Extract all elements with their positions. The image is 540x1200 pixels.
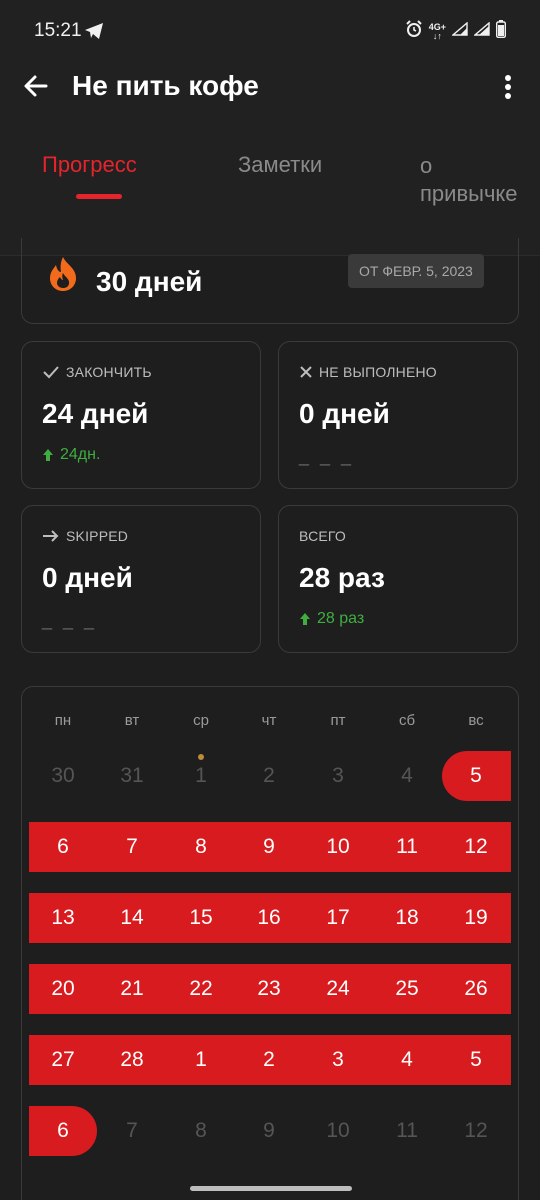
status-bar: 15:21 4G+ ↓↑ xyxy=(0,0,540,62)
stat-value: 0 дней xyxy=(42,562,133,593)
calendar-day-completed[interactable]: 6 xyxy=(33,1119,93,1143)
calendar-day[interactable]: 11 xyxy=(377,1119,437,1143)
calendar-day-completed[interactable]: 5 xyxy=(446,764,506,788)
calendar-day-completed[interactable]: 13 xyxy=(33,906,93,930)
page-title: Не пить кофе xyxy=(72,70,259,101)
stat-card-failed: НЕ ВЫПОЛНЕНО 0 дней _ _ _ xyxy=(278,341,518,489)
calendar-day-completed[interactable]: 18 xyxy=(377,906,437,930)
weekday-label: пн xyxy=(54,712,72,729)
tab-notes[interactable]: Заметки xyxy=(238,152,322,178)
calendar-day-completed[interactable]: 26 xyxy=(446,977,506,1001)
arrow-up-icon xyxy=(43,449,53,461)
signal-icon xyxy=(451,21,468,41)
stat-delta: 24дн. xyxy=(60,446,101,463)
calendar-day-completed[interactable]: 28 xyxy=(102,1048,162,1072)
arrow-left-icon xyxy=(24,75,48,97)
calendar-day-completed[interactable]: 4 xyxy=(377,1048,437,1072)
telegram-icon xyxy=(84,22,104,45)
weekday-label: пт xyxy=(330,712,346,729)
signal-icon xyxy=(473,21,490,41)
stat-label: НЕ ВЫПОЛНЕНО xyxy=(319,364,437,380)
stat-card-total: ВСЕГО 28 раз 28 раз xyxy=(278,505,518,653)
calendar-day[interactable]: 8 xyxy=(171,1119,231,1143)
calendar-day[interactable]: 31 xyxy=(102,764,162,788)
calendar-day-completed[interactable]: 15 xyxy=(171,906,231,930)
stat-empty-delta: _ _ _ xyxy=(299,446,355,466)
alarm-icon xyxy=(405,20,423,43)
calendar-day[interactable]: 1 xyxy=(171,764,231,788)
calendar-day-completed[interactable]: 16 xyxy=(239,906,299,930)
calendar-day-completed[interactable]: 3 xyxy=(308,1048,368,1072)
calendar-day-completed[interactable]: 19 xyxy=(446,906,506,930)
more-options-button[interactable] xyxy=(496,72,520,102)
calendar-day[interactable]: 10 xyxy=(308,1119,368,1143)
stat-value: 0 дней xyxy=(299,398,390,429)
calendar-day-completed[interactable]: 17 xyxy=(308,906,368,930)
status-time: 15:21 xyxy=(34,20,82,41)
stat-empty-delta: _ _ _ xyxy=(42,610,98,630)
app-header: Не пить кофе Прогресс Заметки о привычке xyxy=(0,62,540,256)
weekday-label: чт xyxy=(261,712,277,729)
stat-value: 24 дней xyxy=(42,398,149,429)
weekday-label: вс xyxy=(468,712,484,729)
calendar-day-completed[interactable]: 11 xyxy=(377,835,437,859)
stat-card-skipped: SKIPPED 0 дней _ _ _ xyxy=(21,505,261,653)
stat-value: 28 раз xyxy=(299,562,385,593)
active-tab-indicator xyxy=(76,194,122,199)
navigation-handle xyxy=(190,1186,352,1191)
weekday-label: ср xyxy=(193,712,209,729)
arrow-up-icon xyxy=(300,613,310,625)
calendar-day-completed[interactable]: 25 xyxy=(377,977,437,1001)
battery-icon xyxy=(495,20,507,43)
calendar-day-completed[interactable]: 5 xyxy=(446,1048,506,1072)
weekday-label: сб xyxy=(398,712,416,729)
calendar-day-completed[interactable]: 10 xyxy=(308,835,368,859)
weekday-label: вт xyxy=(124,712,140,729)
calendar-day-completed[interactable]: 8 xyxy=(171,835,231,859)
streak-value: 30 дней xyxy=(96,266,203,297)
calendar-day-completed[interactable]: 14 xyxy=(102,906,162,930)
stat-delta: 28 раз xyxy=(317,610,365,627)
calendar-day[interactable]: 9 xyxy=(239,1119,299,1143)
calendar-day-completed[interactable]: 12 xyxy=(446,835,506,859)
back-button[interactable] xyxy=(20,70,52,102)
calendar-day-completed[interactable]: 27 xyxy=(33,1048,93,1072)
calendar-day-completed[interactable]: 2 xyxy=(239,1048,299,1072)
calendar-day[interactable]: 4 xyxy=(377,764,437,788)
calendar-day-completed[interactable]: 24 xyxy=(308,977,368,1001)
calendar-day-completed[interactable]: 21 xyxy=(102,977,162,1001)
calendar-day-completed[interactable]: 6 xyxy=(33,835,93,859)
calendar-day-completed[interactable]: 22 xyxy=(171,977,231,1001)
streak-since-badge: ОТ ФЕВР. 5, 2023 xyxy=(348,254,484,288)
checkmark-icon xyxy=(43,366,59,379)
calendar-day-completed[interactable]: 20 xyxy=(33,977,93,1001)
stat-label: ЗАКОНЧИТЬ xyxy=(66,364,152,380)
tab-about-habit[interactable]: о привычке xyxy=(420,152,518,208)
calendar-day[interactable]: 7 xyxy=(102,1119,162,1143)
fire-icon xyxy=(48,256,78,297)
tab-progress[interactable]: Прогресс xyxy=(42,152,137,178)
calendar-day-completed[interactable]: 23 xyxy=(239,977,299,1001)
stat-card-completed: ЗАКОНЧИТЬ 24 дней 24дн. xyxy=(21,341,261,489)
more-vertical-icon xyxy=(505,75,511,99)
stat-label: SKIPPED xyxy=(66,528,129,544)
calendar-day-completed[interactable]: 7 xyxy=(102,835,162,859)
stat-label: ВСЕГО xyxy=(299,528,347,544)
calendar-day[interactable]: 3 xyxy=(308,764,368,788)
cross-icon xyxy=(300,366,312,378)
calendar-day[interactable]: 12 xyxy=(446,1119,506,1143)
network-type: 4G+ ↓↑ xyxy=(428,21,446,41)
status-icons: 4G+ ↓↑ xyxy=(405,20,507,43)
today-marker-dot xyxy=(198,754,204,760)
streak-card: 30 дней ОТ ФЕВР. 5, 2023 xyxy=(21,238,519,324)
calendar-day[interactable]: 30 xyxy=(33,764,93,788)
arrow-right-icon xyxy=(43,530,59,542)
calendar-day[interactable]: 2 xyxy=(239,764,299,788)
calendar-day-completed[interactable]: 9 xyxy=(239,835,299,859)
calendar-day-completed[interactable]: 1 xyxy=(171,1048,231,1072)
